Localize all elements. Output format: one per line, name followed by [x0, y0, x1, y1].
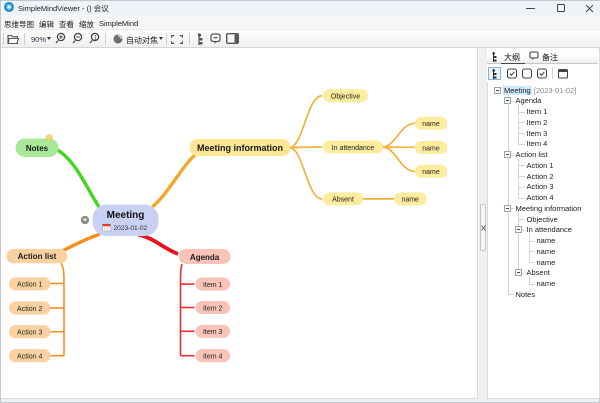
- svg-text:Action 2: Action 2: [17, 306, 42, 313]
- svg-text:2023-01-02: 2023-01-02: [114, 225, 148, 232]
- svg-text:Item 3: Item 3: [203, 329, 223, 336]
- svg-text:Action list: Action list: [18, 252, 57, 261]
- svg-text:Agenda: Agenda: [190, 253, 220, 262]
- svg-text:Meeting: Meeting: [107, 210, 145, 221]
- svg-text:name: name: [422, 121, 440, 128]
- svg-text:Item 4: Item 4: [203, 354, 223, 361]
- svg-text:name: name: [422, 145, 440, 152]
- svg-text:Item 1: Item 1: [203, 282, 223, 289]
- svg-text:Meeting information: Meeting information: [197, 143, 283, 153]
- svg-text:Absent: Absent: [332, 197, 354, 204]
- svg-text:Objective: Objective: [331, 94, 360, 101]
- svg-text:In attendance: In attendance: [332, 145, 375, 152]
- svg-text:name: name: [401, 197, 419, 204]
- svg-text:Action 1: Action 1: [17, 282, 42, 289]
- svg-text:Item 2: Item 2: [203, 305, 223, 312]
- svg-text:Action 4: Action 4: [17, 354, 42, 361]
- svg-text:name: name: [422, 169, 440, 176]
- svg-text:Action 3: Action 3: [17, 330, 42, 337]
- svg-text:Notes: Notes: [26, 144, 49, 153]
